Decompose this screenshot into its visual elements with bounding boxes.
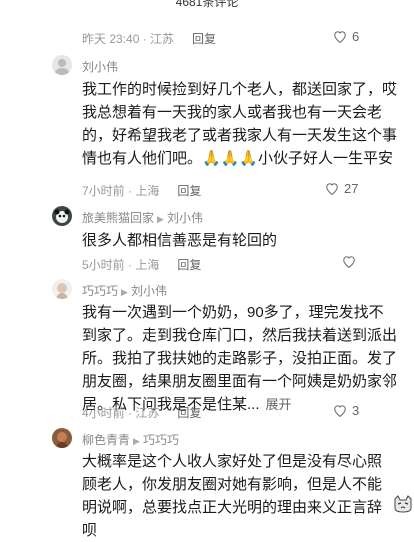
- comment-meta: 昨天 23:40 · 江苏 回复: [82, 30, 216, 47]
- reply-target-username[interactable]: 巧巧巧: [143, 433, 179, 447]
- reply-button[interactable]: 回复: [177, 406, 201, 420]
- heart-outline-icon: [334, 405, 346, 417]
- comment-meta: 4小时前 · 江苏 回复: [82, 404, 201, 421]
- comment-username[interactable]: 柳色青青 ▶ 巧巧巧: [82, 431, 179, 448]
- expand-button[interactable]: 展开: [266, 397, 292, 412]
- comment-text: 很多人都相信善恶是有轮回的: [82, 232, 278, 249]
- comment-username[interactable]: 旅美熊猫回家 ▶ 刘小伟: [82, 209, 203, 226]
- like-button[interactable]: [342, 255, 356, 268]
- comment-text: 我工作的时候捡到好几个老人，都送回家了，哎我总想着有一天我的家人或者我也有一天会…: [82, 81, 398, 167]
- reply-button[interactable]: 回复: [177, 258, 201, 272]
- like-button[interactable]: 6: [333, 29, 359, 44]
- comment-meta: 5小时前 · 上海 回复: [82, 256, 201, 273]
- heart-outline-icon: [343, 256, 355, 268]
- comment-username[interactable]: 刘小伟: [82, 58, 118, 75]
- default-avatar-icon: [54, 59, 70, 75]
- avatar[interactable]: [52, 279, 72, 299]
- like-button[interactable]: 27: [325, 181, 358, 196]
- avatar[interactable]: [52, 206, 72, 226]
- reply-target-username[interactable]: 刘小伟: [167, 211, 203, 225]
- comment-text: 我有一次遇到一个奶奶，90多了，理完发找不到家了。走到我仓库门口，然后我扶着送到…: [82, 301, 398, 416]
- reply-button[interactable]: 回复: [177, 184, 201, 198]
- user-avatar-icon: [56, 432, 68, 448]
- comment-time-location: 4小时前 · 江苏: [82, 406, 160, 420]
- comment-username[interactable]: 巧巧巧 ▶ 刘小伟: [82, 282, 167, 299]
- like-count: 27: [344, 181, 359, 196]
- like-count: 6: [352, 29, 360, 44]
- reply-button[interactable]: 回复: [192, 32, 216, 46]
- comment-text: 大概率是这个人收人家好处了但是没有尽心照顾老人，你发朋友圈对她有影响，但是人不能…: [82, 453, 383, 539]
- like-button[interactable]: 3: [333, 403, 359, 418]
- comment-meta: 7小时前 · 上海 回复: [82, 182, 201, 199]
- triangle-right-icon: ▶: [121, 287, 128, 297]
- user-avatar-icon: [56, 283, 68, 299]
- reply-target-username[interactable]: 刘小伟: [131, 284, 167, 298]
- cat-emoji-icon: [394, 495, 412, 513]
- triangle-right-icon: ▶: [157, 214, 164, 224]
- avatar[interactable]: [52, 428, 72, 448]
- triangle-right-icon: ▶: [133, 436, 140, 446]
- heart-outline-icon: [334, 31, 346, 43]
- comment-time-location: 5小时前 · 上海: [82, 258, 160, 272]
- avatar[interactable]: [52, 55, 72, 75]
- heart-outline-icon: [326, 183, 338, 195]
- comments-count-header: 4681条评论: [175, 0, 239, 9]
- like-count: 3: [352, 403, 360, 418]
- comment-time-location: 昨天 23:40 · 江苏: [82, 32, 175, 46]
- comment-time-location: 7小时前 · 上海: [82, 184, 160, 198]
- panda-avatar-icon: [54, 209, 70, 223]
- comment-text-body: 我有一次遇到一个奶奶，90多了，理完发找不到家了。走到我仓库门口，然后我扶着送到…: [82, 304, 398, 413]
